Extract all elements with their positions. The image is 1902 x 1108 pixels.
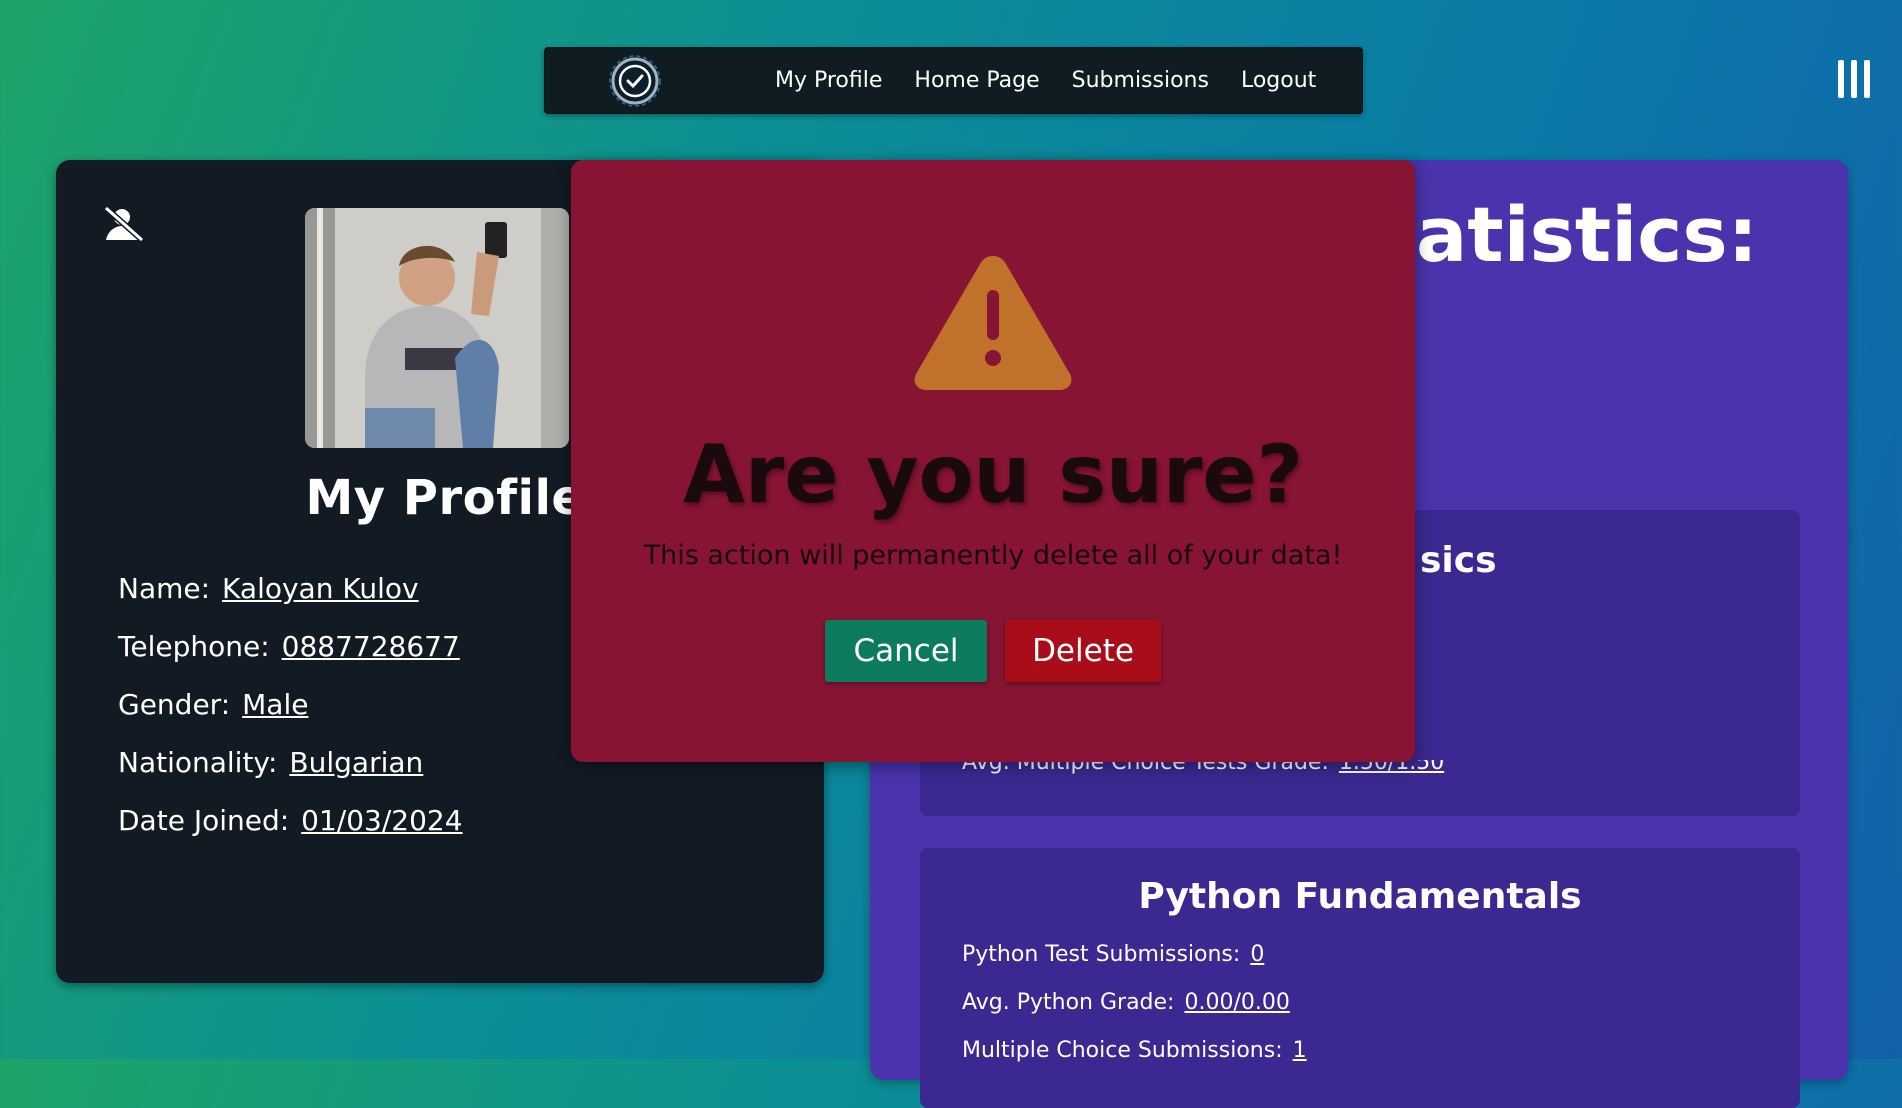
nav-link-logout[interactable]: Logout xyxy=(1241,68,1316,93)
modal-title: Are you sure? xyxy=(682,428,1304,521)
stat-row-python-grade: Avg. Python Grade: 0.00/0.00 xyxy=(962,990,1290,1015)
navbar: My Profile Home Page Submissions Logout xyxy=(544,47,1363,114)
stat-row-python-submissions: Python Test Submissions: 0 xyxy=(962,942,1264,967)
statistics-title-text: atistics: xyxy=(1416,190,1758,279)
section-title: Python Fundamentals xyxy=(1138,876,1582,917)
stat-value[interactable]: 0 xyxy=(1250,942,1264,967)
delete-button[interactable]: Delete xyxy=(1005,620,1161,682)
field-value[interactable]: Bulgarian xyxy=(289,746,423,779)
field-label: Telephone: xyxy=(118,630,270,663)
field-label: Name: xyxy=(118,572,211,605)
avatar-photo xyxy=(305,208,569,448)
avatar xyxy=(305,208,569,448)
nav-links: My Profile Home Page Submissions Logout xyxy=(775,48,1316,113)
menu-icon[interactable] xyxy=(1838,60,1872,100)
stat-label: Python Test Submissions: xyxy=(962,942,1241,967)
delete-confirm-modal: Are you sure? This action will permanent… xyxy=(571,160,1415,762)
warning-icon xyxy=(914,256,1072,390)
field-telephone: Telephone: 0887728677 xyxy=(118,618,463,676)
field-value[interactable]: 01/03/2024 xyxy=(301,804,462,837)
modal-buttons: Cancel Delete xyxy=(571,620,1415,682)
modal-message: This action will permanently delete all … xyxy=(643,540,1343,571)
logo-icon[interactable] xyxy=(609,55,661,107)
nav-link-home-page[interactable]: Home Page xyxy=(914,68,1039,93)
cancel-button[interactable]: Cancel xyxy=(825,620,987,682)
profile-fields: Name: Kaloyan Kulov Telephone: 0887728677 … xyxy=(118,560,463,850)
field-date-joined: Date Joined: 01/03/2024 xyxy=(118,792,463,850)
menu-bar xyxy=(1838,60,1844,98)
stats-section-python-fundamentals: Python Fundamentals Python Test Submissi… xyxy=(920,848,1800,1108)
field-value[interactable]: 0887728677 xyxy=(282,630,460,663)
stat-row-mc-submissions: Multiple Choice Submissions: 1 xyxy=(962,1038,1307,1063)
field-label: Nationality: xyxy=(118,746,278,779)
stat-value[interactable]: 1 xyxy=(1293,1038,1307,1063)
nav-link-submissions[interactable]: Submissions xyxy=(1072,68,1209,93)
field-label: Gender: xyxy=(118,688,231,721)
field-label: Date Joined: xyxy=(118,804,290,837)
nav-link-my-profile[interactable]: My Profile xyxy=(775,68,882,93)
field-name: Name: Kaloyan Kulov xyxy=(118,560,463,618)
remove-user-icon[interactable] xyxy=(102,204,146,244)
menu-bar xyxy=(1864,60,1870,98)
stat-label: Avg. Python Grade: xyxy=(962,990,1175,1015)
menu-bar xyxy=(1851,60,1857,98)
field-gender: Gender: Male xyxy=(118,676,463,734)
section-title-text: sics xyxy=(1420,540,1497,581)
field-value[interactable]: Kaloyan Kulov xyxy=(222,572,419,605)
field-value[interactable]: Male xyxy=(242,688,308,721)
field-nationality: Nationality: Bulgarian xyxy=(118,734,463,792)
stat-label: Multiple Choice Submissions: xyxy=(962,1038,1283,1063)
stat-value[interactable]: 0.00/0.00 xyxy=(1184,990,1289,1015)
